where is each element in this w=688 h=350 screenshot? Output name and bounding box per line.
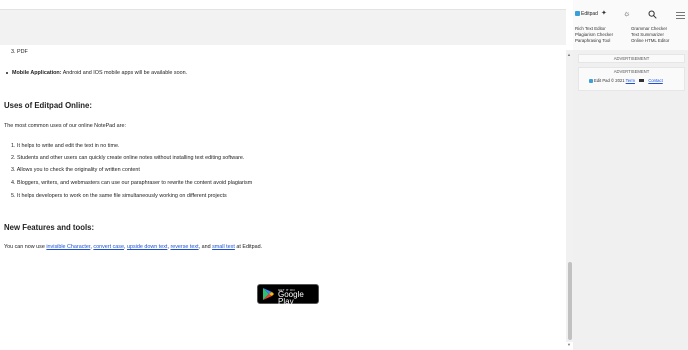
list-item: 2. Students and other users can quickly … <box>11 155 245 161</box>
plagiarism-checker-link[interactable]: Plagiarism Checker <box>575 32 613 37</box>
editpad-small-icon <box>589 78 593 83</box>
rich-text-editor-link[interactable]: Rich Text Editor <box>575 26 606 31</box>
features-text: You can now use invisible Character, con… <box>4 244 262 251</box>
mobile-app-item: Mobile Application: Android and IOS mobi… <box>6 70 187 77</box>
sparkle-icon[interactable]: ✦ <box>601 9 607 17</box>
upside-down-text-link[interactable]: upside down text <box>127 244 167 250</box>
list-item: 3. Allows you to check the originality o… <box>11 167 140 173</box>
logo-text: Editpad <box>581 11 598 17</box>
google-play-icon <box>263 288 274 300</box>
uses-intro: The most common uses of our online NoteP… <box>4 123 126 129</box>
editor-toolbar-area <box>0 10 566 45</box>
uses-heading: Uses of Editpad Online: <box>4 101 92 110</box>
copyright-text: Edit Pad © 2021 <box>594 78 625 83</box>
mail-icon <box>639 79 645 83</box>
sun-icon[interactable]: ☼ <box>623 9 630 18</box>
terms-link[interactable]: Term <box>626 78 635 83</box>
search-icon[interactable] <box>648 10 657 19</box>
sidebar: Editpad ✦ ☼ Rich Text Editor Plagiarism … <box>573 0 688 350</box>
logo-icon <box>575 11 580 17</box>
online-html-editor-link[interactable]: Online HTML Editor <box>631 38 669 43</box>
mobile-text: Android and IOS mobile apps will be avai… <box>61 70 188 76</box>
list-item: 5. It helps developers to work on the sa… <box>11 193 227 199</box>
small-text-link[interactable]: small text <box>212 244 235 250</box>
list-item: 1. It helps to write and edit the text i… <box>11 143 120 149</box>
features-heading: New Features and tools: <box>4 223 95 232</box>
google-play-button[interactable]: GET IT ON Google Play <box>257 284 319 306</box>
invisible-character-link[interactable]: invisible Character <box>46 244 90 250</box>
scroll-down-arrow-icon[interactable]: ▼ <box>567 342 571 347</box>
reverse-text-link[interactable]: reverse text <box>170 244 198 250</box>
convert-case-link[interactable]: convert case <box>93 244 124 250</box>
sidebar-footer: Edit Pad © 2021 Term Contact <box>589 78 663 83</box>
main-content: 3. PDF Mobile Application: Android and I… <box>0 45 566 350</box>
top-bar <box>0 0 566 10</box>
menu-icon[interactable] <box>676 12 685 21</box>
scroll-up-arrow-icon[interactable]: ▲ <box>567 52 571 57</box>
paraphrasing-tool-link[interactable]: Paraphrasing Tool <box>575 38 610 43</box>
advertisement-label: ADVERTISEMENT <box>578 54 685 63</box>
features-prefix: You can now use <box>4 244 47 250</box>
list-item: 4. Bloggers, writers, and webmasters can… <box>11 180 253 186</box>
features-suffix: at Editpad. <box>234 244 263 250</box>
separator: , and <box>198 244 213 250</box>
list-item-pdf: 3. PDF <box>11 49 28 55</box>
mobile-label: Mobile Application: <box>12 70 62 76</box>
bullet <box>6 71 8 74</box>
sidebar-header: Editpad ✦ ☼ Rich Text Editor Plagiarism … <box>573 0 688 50</box>
contact-link[interactable]: Contact <box>648 78 662 83</box>
text-summarizer-link[interactable]: Text Summarizer <box>631 32 664 37</box>
editpad-logo[interactable]: Editpad <box>575 11 598 17</box>
google-play-label: Google Play <box>278 290 304 306</box>
grammar-checker-link[interactable]: Grammar Checker <box>631 26 667 31</box>
scrollbar-thumb[interactable] <box>568 262 572 340</box>
advertisement-label: ADVERTISEMENT <box>613 69 650 74</box>
